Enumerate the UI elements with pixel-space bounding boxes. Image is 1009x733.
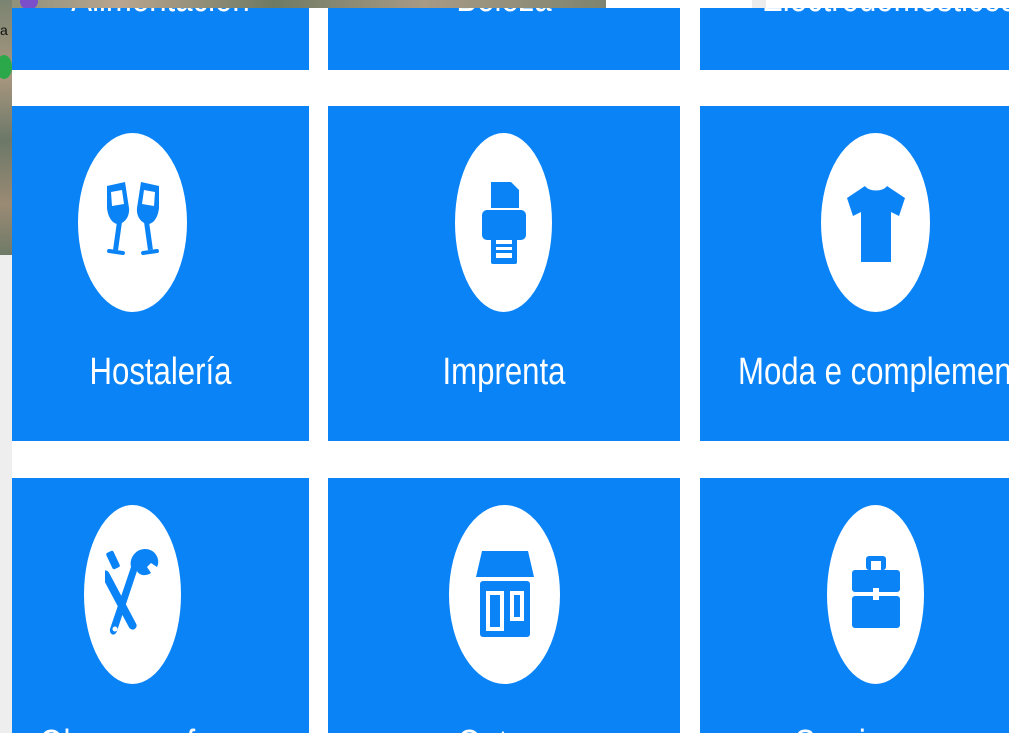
- category-label: Alimentación: [39, 8, 283, 21]
- category-icon-circle: [78, 133, 187, 312]
- category-label: Hostalería: [89, 351, 232, 393]
- category-tile-imprenta[interactable]: Imprenta: [328, 106, 680, 441]
- category-icon-circle: [821, 133, 930, 312]
- category-tile-beleza[interactable]: Beleza: [328, 8, 680, 70]
- category-tile-obras-e-reformas[interactable]: Obras e reformas: [12, 478, 309, 733]
- tools-icon: [104, 545, 161, 645]
- category-tile-servizos[interactable]: Servizos: [700, 478, 1009, 733]
- category-tile-hostaleria[interactable]: Hostalería: [12, 106, 309, 441]
- category-label: Servizos: [728, 723, 981, 733]
- category-icon-circle: [449, 505, 560, 684]
- category-label: Obras e reformas: [39, 723, 283, 733]
- category-label: Imprenta: [442, 351, 566, 393]
- category-tile-moda-e-complementos[interactable]: Moda e complementos: [700, 106, 1009, 441]
- category-tile-outros[interactable]: Outros: [328, 478, 680, 733]
- toolbox-icon: [848, 550, 904, 640]
- category-label: Moda e complementos: [738, 351, 1009, 393]
- category-icon-circle: [827, 505, 924, 684]
- category-tile-electrodomesticos[interactable]: Electrodomésticos: [700, 8, 1009, 70]
- category-icon-circle: [84, 505, 181, 684]
- category-label: Outros: [360, 723, 649, 733]
- category-label: Electrodomésticos: [762, 8, 1009, 21]
- category-grid: Alimentación Beleza Electrodomésticos: [0, 0, 1009, 733]
- category-tile-alimentacion[interactable]: Alimentación: [12, 8, 309, 70]
- printer-icon: [479, 178, 529, 268]
- category-label: Beleza: [360, 8, 649, 21]
- tshirt-icon: [843, 178, 909, 268]
- champagne-glasses-icon: [103, 178, 163, 268]
- store-icon: [472, 547, 538, 643]
- category-icon-circle: [455, 133, 552, 312]
